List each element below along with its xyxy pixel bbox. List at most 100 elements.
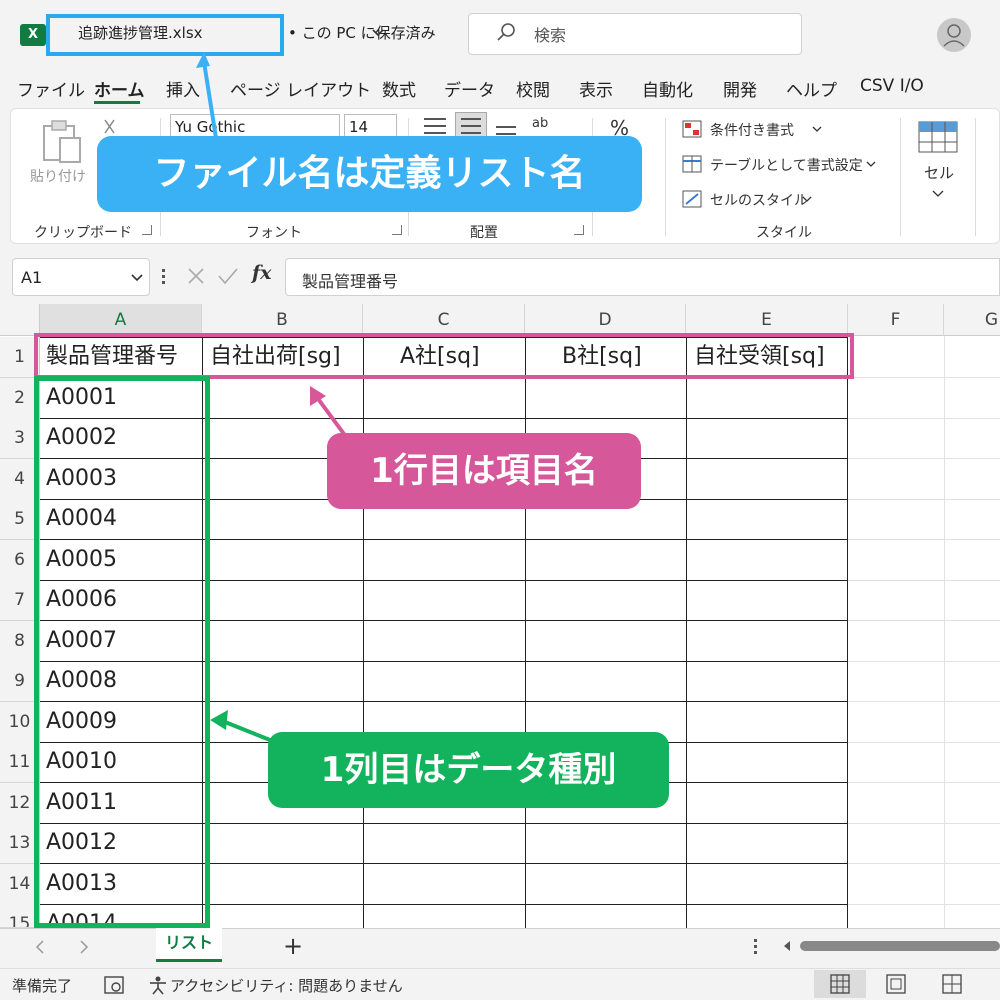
column-header-g[interactable]: G	[944, 304, 1000, 336]
gridline	[848, 418, 1000, 419]
chevron-down-icon[interactable]	[371, 28, 385, 38]
formula-input[interactable]: 製品管理番号	[285, 258, 1000, 296]
cells-button[interactable]: セル	[924, 162, 954, 183]
dialog-launcher-icon[interactable]	[142, 225, 152, 235]
tab-home[interactable]: ホーム	[94, 76, 145, 101]
tab-data[interactable]: データ	[444, 76, 495, 101]
conditional-format-icon[interactable]	[682, 120, 702, 138]
cells-icon[interactable]	[918, 118, 958, 154]
page-break-view-icon[interactable]	[942, 974, 962, 994]
tab-review[interactable]: 校閲	[516, 76, 550, 101]
tab-help[interactable]: ヘルプ	[786, 76, 837, 101]
column-header-b[interactable]: B	[202, 304, 363, 336]
column-header-c[interactable]: C	[363, 304, 525, 336]
more-options-icon[interactable]	[162, 269, 165, 285]
gridline	[848, 539, 1000, 540]
format-as-table-icon[interactable]	[682, 155, 702, 173]
cut-icon[interactable]	[100, 118, 120, 138]
group-label-clipboard: クリップボード	[34, 225, 132, 241]
search-placeholder: 検索	[534, 26, 567, 45]
tab-view[interactable]: 表示	[579, 76, 613, 101]
tab-formulas[interactable]: 数式	[382, 76, 416, 101]
ribbon-separator	[900, 118, 901, 236]
tab-csv-io[interactable]: CSV I/O	[860, 76, 924, 96]
group-label-styles: スタイル	[756, 225, 812, 241]
enter-icon[interactable]	[216, 266, 240, 286]
horizontal-scrollbar[interactable]	[800, 941, 1000, 951]
more-sheets-icon[interactable]	[754, 939, 757, 955]
gridline	[848, 580, 1000, 581]
column-header-e[interactable]: E	[686, 304, 848, 336]
dialog-launcher-icon[interactable]	[574, 225, 584, 235]
accessibility-status[interactable]: アクセシビリティ: 問題ありません	[170, 975, 403, 996]
format-as-table-button[interactable]: テーブルとして書式設定	[710, 155, 863, 175]
table-border	[686, 336, 687, 928]
callout-row1: 1行目は項目名	[327, 433, 641, 509]
account-icon[interactable]	[937, 18, 971, 52]
gridline	[848, 742, 1000, 743]
tab-automate[interactable]: 自動化	[642, 76, 693, 101]
paste-label[interactable]: 貼り付け	[30, 166, 86, 186]
gridline	[848, 904, 1000, 905]
dialog-launcher-icon[interactable]	[392, 225, 402, 235]
align-middle-lines	[461, 118, 481, 134]
chevron-down-icon[interactable]	[130, 273, 144, 283]
group-label-font: フォント	[246, 225, 302, 241]
tab-developer[interactable]: 開発	[723, 76, 757, 101]
header-row-highlight	[34, 333, 854, 379]
search-icon	[497, 23, 515, 41]
orientation-icon[interactable]: ab	[532, 116, 548, 131]
active-tab-indicator	[94, 101, 140, 104]
ribbon-separator	[665, 118, 666, 236]
align-top-icon[interactable]	[424, 118, 446, 134]
scroll-left-icon[interactable]	[782, 940, 792, 952]
accessibility-icon[interactable]	[148, 975, 168, 995]
gridline	[848, 499, 1000, 500]
conditional-format-button[interactable]: 条件付き書式	[710, 120, 794, 140]
paste-icon[interactable]	[40, 118, 84, 164]
normal-view-icon	[830, 974, 850, 994]
column-header-f[interactable]: F	[848, 304, 944, 336]
ribbon-separator	[975, 118, 976, 236]
first-column-highlight	[34, 376, 210, 928]
gridline	[848, 377, 1000, 378]
group-label-alignment: 配置	[470, 225, 498, 241]
status-ready: 準備完了	[12, 977, 73, 995]
excel-logo-icon: X	[20, 24, 46, 46]
chevron-down-icon[interactable]	[932, 190, 944, 198]
gridline	[848, 701, 1000, 702]
cancel-icon[interactable]	[186, 266, 206, 286]
callout-arrow-blue	[196, 52, 218, 139]
macro-record-icon[interactable]	[104, 976, 124, 994]
callout-arrow-pink	[310, 386, 346, 436]
chevron-down-icon[interactable]	[802, 196, 812, 204]
tab-page-layout[interactable]: ページ レイアウト	[230, 76, 371, 101]
gridline	[848, 823, 1000, 824]
page-layout-view-icon[interactable]	[886, 974, 906, 994]
next-sheet-icon[interactable]	[78, 940, 90, 954]
cell-styles-button[interactable]: セルのスタイル	[710, 190, 808, 210]
gridline	[848, 458, 1000, 459]
chevron-down-icon[interactable]	[866, 161, 876, 169]
save-state[interactable]: • この PC に保存済み	[288, 22, 436, 43]
tab-insert[interactable]: 挿入	[166, 76, 200, 101]
insert-function-icon[interactable]: fx	[252, 262, 272, 284]
gridline	[944, 336, 945, 928]
column-header-d[interactable]: D	[525, 304, 686, 336]
table-border	[525, 336, 526, 928]
sheet-tab-list[interactable]: リスト	[156, 928, 222, 962]
callout-col1: 1列目はデータ種別	[268, 732, 669, 808]
search-input[interactable]	[468, 13, 802, 55]
select-all-corner[interactable]	[0, 304, 40, 336]
add-sheet-button[interactable]: +	[283, 932, 303, 960]
table-border	[847, 336, 848, 928]
column-header-a[interactable]: A	[40, 304, 202, 336]
tab-file[interactable]: ファイル	[17, 76, 85, 101]
cell-styles-icon[interactable]	[682, 190, 702, 208]
prev-sheet-icon[interactable]	[34, 940, 46, 954]
file-name-highlight	[46, 14, 284, 56]
callout-arrow-green	[210, 710, 271, 742]
gridline	[848, 661, 1000, 662]
chevron-down-icon[interactable]	[812, 126, 822, 134]
align-bottom-icon[interactable]	[496, 126, 516, 135]
